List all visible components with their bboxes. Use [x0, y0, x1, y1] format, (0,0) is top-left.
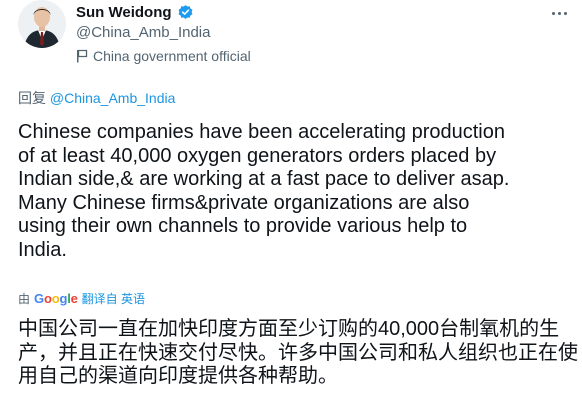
google-logo: Google [34, 291, 78, 306]
more-dot-icon [557, 11, 561, 15]
verified-badge-icon [178, 5, 192, 19]
person-avatar-icon [18, 0, 66, 48]
government-label: China government official [76, 48, 251, 64]
author-handle[interactable]: @China_Amb_India [76, 24, 210, 41]
author-name[interactable]: Sun Weidong [76, 4, 194, 21]
translated-by-label: 由 [18, 292, 31, 306]
author-name-text[interactable]: Sun Weidong [76, 4, 172, 21]
reply-mention-link[interactable]: @China_Amb_India [50, 90, 176, 106]
more-dot-icon [551, 11, 555, 15]
flag-icon [77, 49, 88, 63]
government-label-text: China government official [93, 48, 251, 64]
reply-prefix: 回复 [18, 90, 46, 106]
avatar[interactable] [18, 0, 66, 48]
translated-from-link[interactable]: 翻译自 英语 [82, 290, 145, 307]
tweet-text: Chinese companies have been accelerating… [18, 121, 510, 261]
reply-context: 回复 @China_Amb_India [18, 88, 175, 108]
more-options-button[interactable] [548, 4, 570, 22]
translated-text: 中国公司一直在加快印度方面至少订购的40,000台制氧机的生产，并且正在快速交付… [18, 318, 578, 388]
translation-attribution: 由 Google 翻译自 英语 [18, 290, 145, 307]
tweet: Sun Weidong @China_Amb_India China gover… [0, 0, 582, 401]
more-dot-icon [563, 11, 567, 15]
